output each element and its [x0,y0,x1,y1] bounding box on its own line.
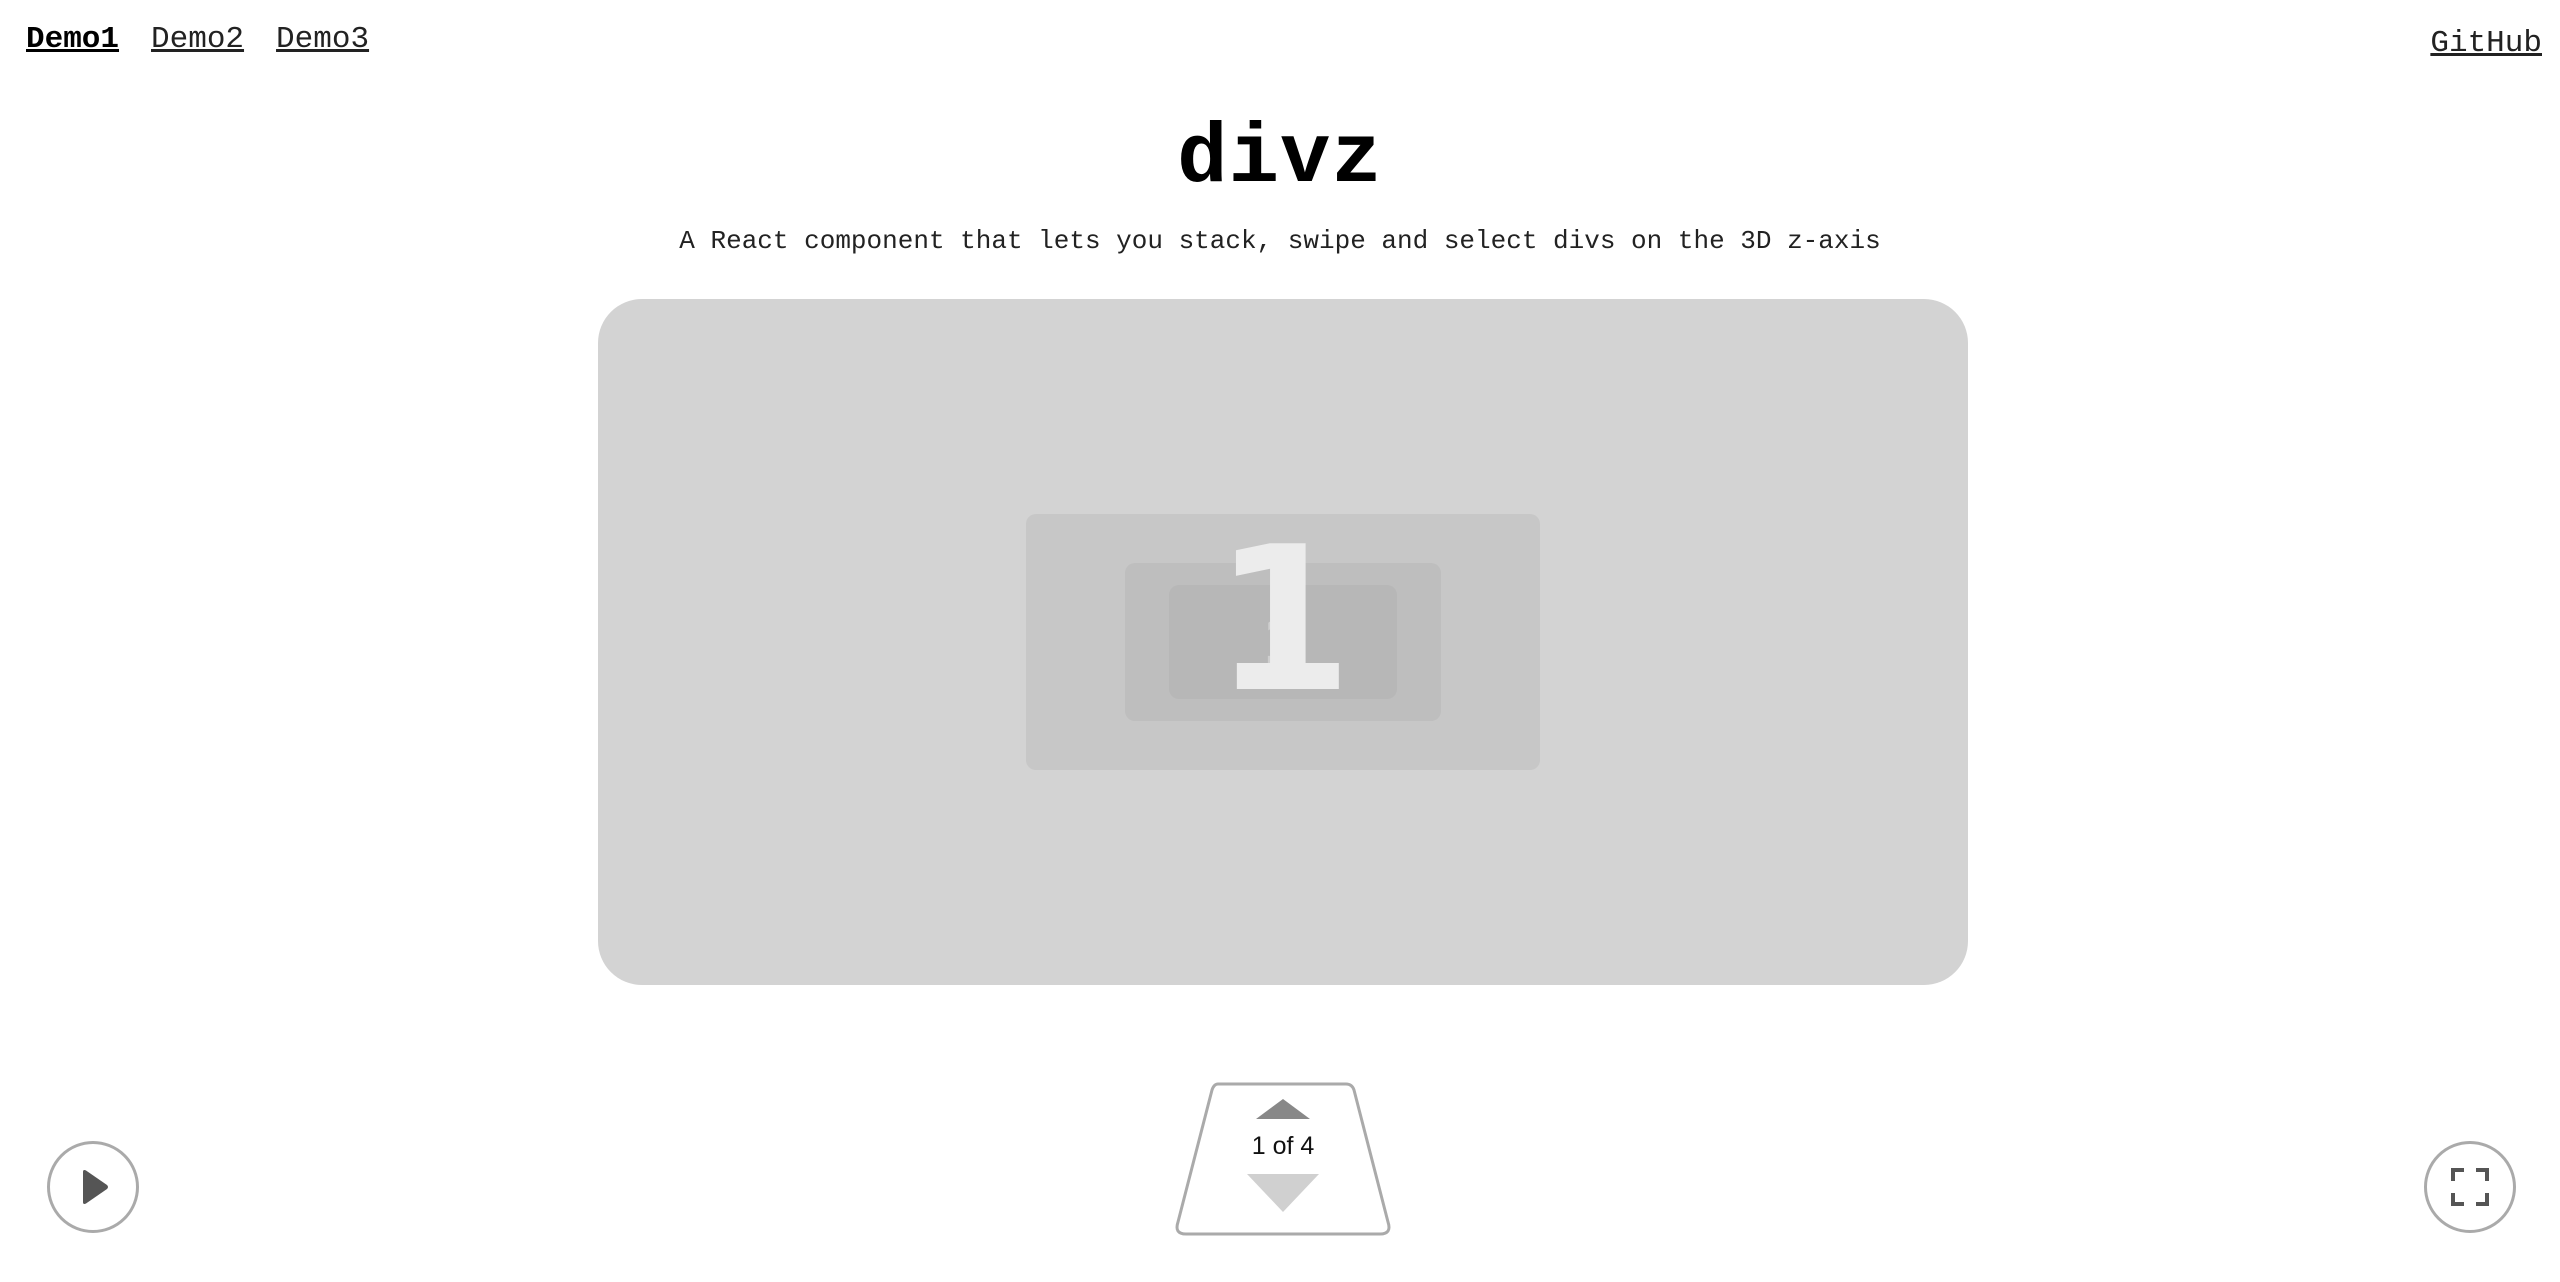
github-link[interactable]: GitHub [2430,26,2542,61]
fullscreen-icon [2451,1168,2489,1206]
page-subtitle: A React component that lets you stack, s… [679,226,1881,256]
play-button[interactable] [47,1141,139,1233]
demo-nav: Demo1 Demo2 Demo3 [26,22,369,57]
fullscreen-button[interactable] [2424,1141,2516,1233]
github-nav: GitHub [2430,26,2542,61]
divz-stage[interactable]: 1 1 [598,299,1968,985]
pager-label: 1 of 4 [1251,1132,1315,1160]
nav-demo2-link[interactable]: Demo2 [151,22,244,57]
play-icon [83,1170,108,1204]
previous-card-button[interactable] [1238,1097,1328,1129]
page: Demo1 Demo2 Demo3 GitHub divz A React co… [0,0,2560,1282]
nav-demo3-link[interactable]: Demo3 [276,22,369,57]
page-title: divz [1177,112,1383,207]
next-card-button[interactable] [1238,1170,1328,1220]
nav-demo1-link[interactable]: Demo1 [26,22,119,57]
card-pager: 1 of 4 [1174,1082,1392,1240]
current-card-label: 1 [1213,504,1353,737]
